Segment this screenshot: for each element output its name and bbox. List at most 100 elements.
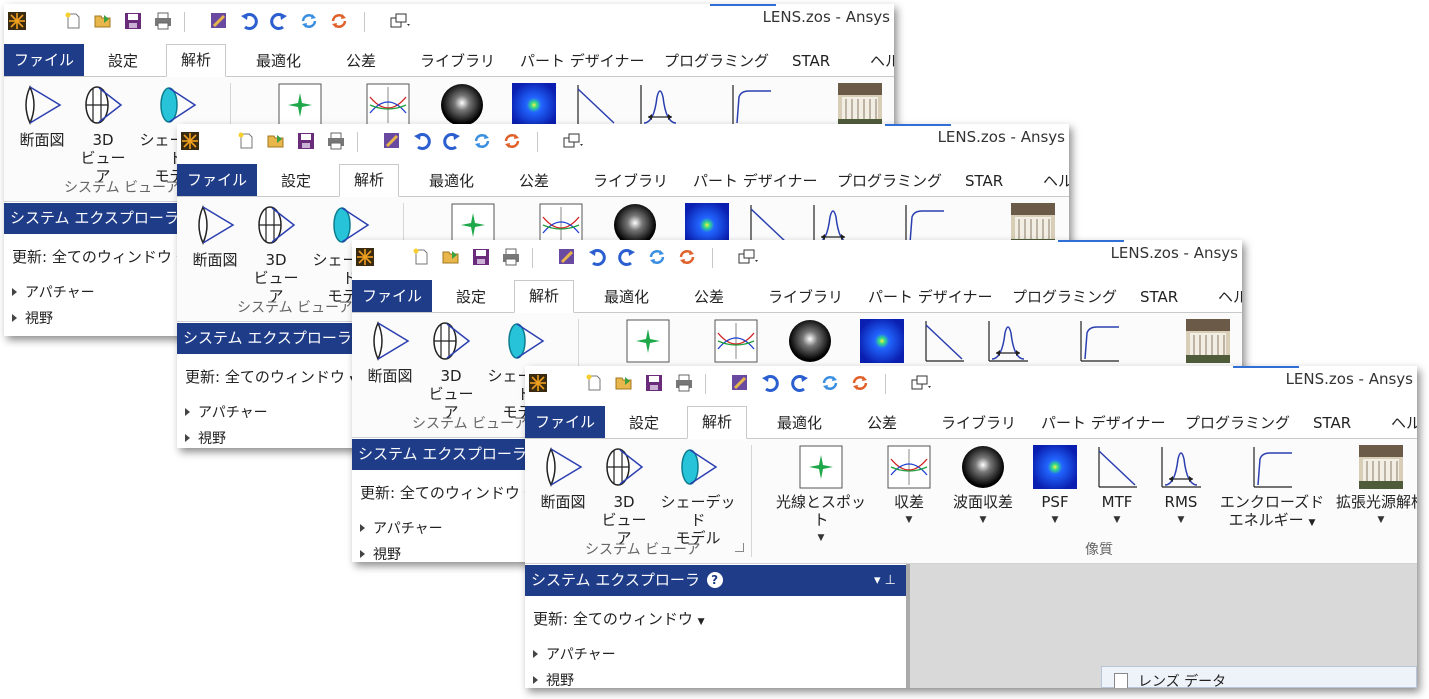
tab-tolerance[interactable]: 公差 bbox=[519, 166, 549, 196]
new-file-icon[interactable] bbox=[64, 12, 82, 30]
extended-source-button[interactable]: 拡張光源解析 ▼ bbox=[1325, 445, 1417, 529]
cross-section-button[interactable]: 断面図 bbox=[185, 203, 245, 269]
update-icon[interactable] bbox=[821, 374, 839, 392]
tree-item-aperture[interactable]: アパチャー bbox=[185, 402, 268, 422]
tab-file[interactable]: ファイル bbox=[525, 406, 605, 438]
undo-icon[interactable] bbox=[761, 374, 779, 392]
tab-library[interactable]: ライブラリ bbox=[768, 282, 843, 312]
system-viewer-launcher-icon[interactable] bbox=[735, 543, 744, 552]
tab-tolerance[interactable]: 公差 bbox=[346, 46, 376, 76]
print-icon[interactable] bbox=[327, 132, 345, 150]
undo-icon[interactable] bbox=[588, 248, 606, 266]
new-file-icon[interactable] bbox=[585, 374, 603, 392]
expand-icon[interactable] bbox=[360, 550, 365, 558]
update-dropdown[interactable]: 更新: 全てのウィンドウ ▼ bbox=[360, 482, 532, 503]
expand-icon[interactable] bbox=[533, 650, 538, 658]
print-icon[interactable] bbox=[154, 12, 172, 30]
tree-item-aperture[interactable]: アパチャー bbox=[12, 282, 95, 302]
save-icon[interactable] bbox=[472, 248, 490, 266]
3d-viewer-button[interactable]: 3D ビューア bbox=[78, 83, 128, 185]
tab-library[interactable]: ライブラリ bbox=[593, 166, 668, 196]
tab-part-designer[interactable]: パート デザイナー bbox=[693, 166, 817, 196]
tab-star[interactable]: STAR bbox=[1140, 282, 1178, 312]
tab-part-designer[interactable]: パート デザイナー bbox=[520, 46, 644, 76]
update-dropdown[interactable]: 更新: 全てのウィンドウ ▼ bbox=[533, 608, 705, 629]
tab-file[interactable]: ファイル bbox=[177, 164, 257, 196]
save-icon[interactable] bbox=[124, 12, 142, 30]
expand-icon[interactable] bbox=[360, 524, 365, 532]
expand-icon[interactable] bbox=[12, 314, 17, 322]
mtf-button[interactable]: MTF ▼ bbox=[1091, 445, 1143, 529]
3d-viewer-button[interactable]: 3D ビューア bbox=[599, 445, 649, 547]
expand-icon[interactable] bbox=[533, 676, 538, 684]
tree-item-field[interactable]: 視野 bbox=[185, 428, 226, 448]
tab-help[interactable]: ヘルプ bbox=[870, 46, 894, 76]
tree-item-field[interactable]: 視野 bbox=[360, 544, 401, 562]
cross-section-button[interactable]: 断面図 bbox=[12, 83, 72, 149]
system-explorer-header[interactable]: システム エクスプローラ ? ▾ ⊥ bbox=[525, 565, 906, 596]
tab-help[interactable]: ヘルプ bbox=[1218, 282, 1242, 312]
save-icon[interactable] bbox=[645, 374, 663, 392]
window-layout-icon[interactable] bbox=[388, 12, 412, 30]
print-icon[interactable] bbox=[675, 374, 693, 392]
tab-analysis[interactable]: 解析 bbox=[166, 44, 227, 77]
ray-spot-button[interactable]: 光線とスポット ▼ bbox=[769, 445, 873, 547]
update-icon[interactable] bbox=[473, 132, 491, 150]
new-file-icon[interactable] bbox=[237, 132, 255, 150]
tab-optimize[interactable]: 最適化 bbox=[429, 166, 474, 196]
new-file-icon[interactable] bbox=[412, 248, 430, 266]
tab-library[interactable]: ライブラリ bbox=[941, 408, 1016, 438]
redo-icon[interactable] bbox=[618, 248, 636, 266]
tab-settings[interactable]: 設定 bbox=[281, 166, 311, 196]
expand-icon[interactable] bbox=[185, 434, 190, 442]
lens-data-window[interactable]: レンズ データ bbox=[1101, 666, 1417, 688]
print-icon[interactable] bbox=[502, 248, 520, 266]
pin-icon[interactable]: ▾ ⊥ bbox=[874, 565, 896, 596]
redo-icon[interactable] bbox=[443, 132, 461, 150]
tab-tolerance[interactable]: 公差 bbox=[867, 408, 897, 438]
tab-library[interactable]: ライブラリ bbox=[420, 46, 495, 76]
open-file-icon[interactable] bbox=[94, 12, 112, 30]
redo-icon[interactable] bbox=[791, 374, 809, 392]
open-file-icon[interactable] bbox=[267, 132, 285, 150]
update-all-icon[interactable] bbox=[851, 374, 869, 392]
tab-analysis[interactable]: 解析 bbox=[687, 406, 748, 439]
update-all-icon[interactable] bbox=[503, 132, 521, 150]
tab-analysis[interactable]: 解析 bbox=[339, 164, 400, 197]
tab-star[interactable]: STAR bbox=[965, 166, 1003, 196]
aberrations-button[interactable]: 収差 ▼ bbox=[881, 445, 937, 529]
tab-tolerance[interactable]: 公差 bbox=[694, 282, 724, 312]
update-dropdown[interactable]: 更新: 全てのウィンドウ ▼ bbox=[12, 246, 184, 267]
open-file-icon[interactable] bbox=[615, 374, 633, 392]
tab-settings[interactable]: 設定 bbox=[456, 282, 486, 312]
expand-icon[interactable] bbox=[185, 408, 190, 416]
tree-item-field[interactable]: 視野 bbox=[12, 308, 53, 328]
rms-button[interactable]: RMS ▼ bbox=[1153, 445, 1209, 529]
edit-icon[interactable] bbox=[210, 12, 228, 30]
3d-viewer-button[interactable]: 3D ビューア bbox=[251, 203, 301, 305]
edit-icon[interactable] bbox=[731, 374, 749, 392]
tab-settings[interactable]: 設定 bbox=[629, 408, 659, 438]
update-icon[interactable] bbox=[648, 248, 666, 266]
redo-icon[interactable] bbox=[270, 12, 288, 30]
encircled-energy-button[interactable]: エンクローズド エネルギー ▼ bbox=[1217, 445, 1327, 532]
tab-programming[interactable]: プログラミング bbox=[837, 166, 942, 196]
3d-viewer-button[interactable]: 3D ビューア bbox=[426, 319, 476, 421]
tab-help[interactable]: ヘルプ bbox=[1043, 166, 1069, 196]
update-all-icon[interactable] bbox=[678, 248, 696, 266]
tab-programming[interactable]: プログラミング bbox=[1012, 282, 1117, 312]
tree-item-aperture[interactable]: アパチャー bbox=[533, 644, 616, 664]
save-icon[interactable] bbox=[297, 132, 315, 150]
shaded-model-button[interactable]: シェーデッド モデル bbox=[657, 445, 739, 547]
tab-star[interactable]: STAR bbox=[1313, 408, 1351, 438]
edit-icon[interactable] bbox=[558, 248, 576, 266]
undo-icon[interactable] bbox=[240, 12, 258, 30]
tab-optimize[interactable]: 最適化 bbox=[777, 408, 822, 438]
tab-optimize[interactable]: 最適化 bbox=[604, 282, 649, 312]
help-icon[interactable]: ? bbox=[706, 572, 723, 588]
tab-file[interactable]: ファイル bbox=[4, 44, 84, 76]
update-all-icon[interactable] bbox=[330, 12, 348, 30]
tree-item-field[interactable]: 視野 bbox=[533, 670, 574, 688]
window-layout-icon[interactable] bbox=[561, 132, 585, 150]
window-layout-icon[interactable] bbox=[909, 374, 933, 392]
